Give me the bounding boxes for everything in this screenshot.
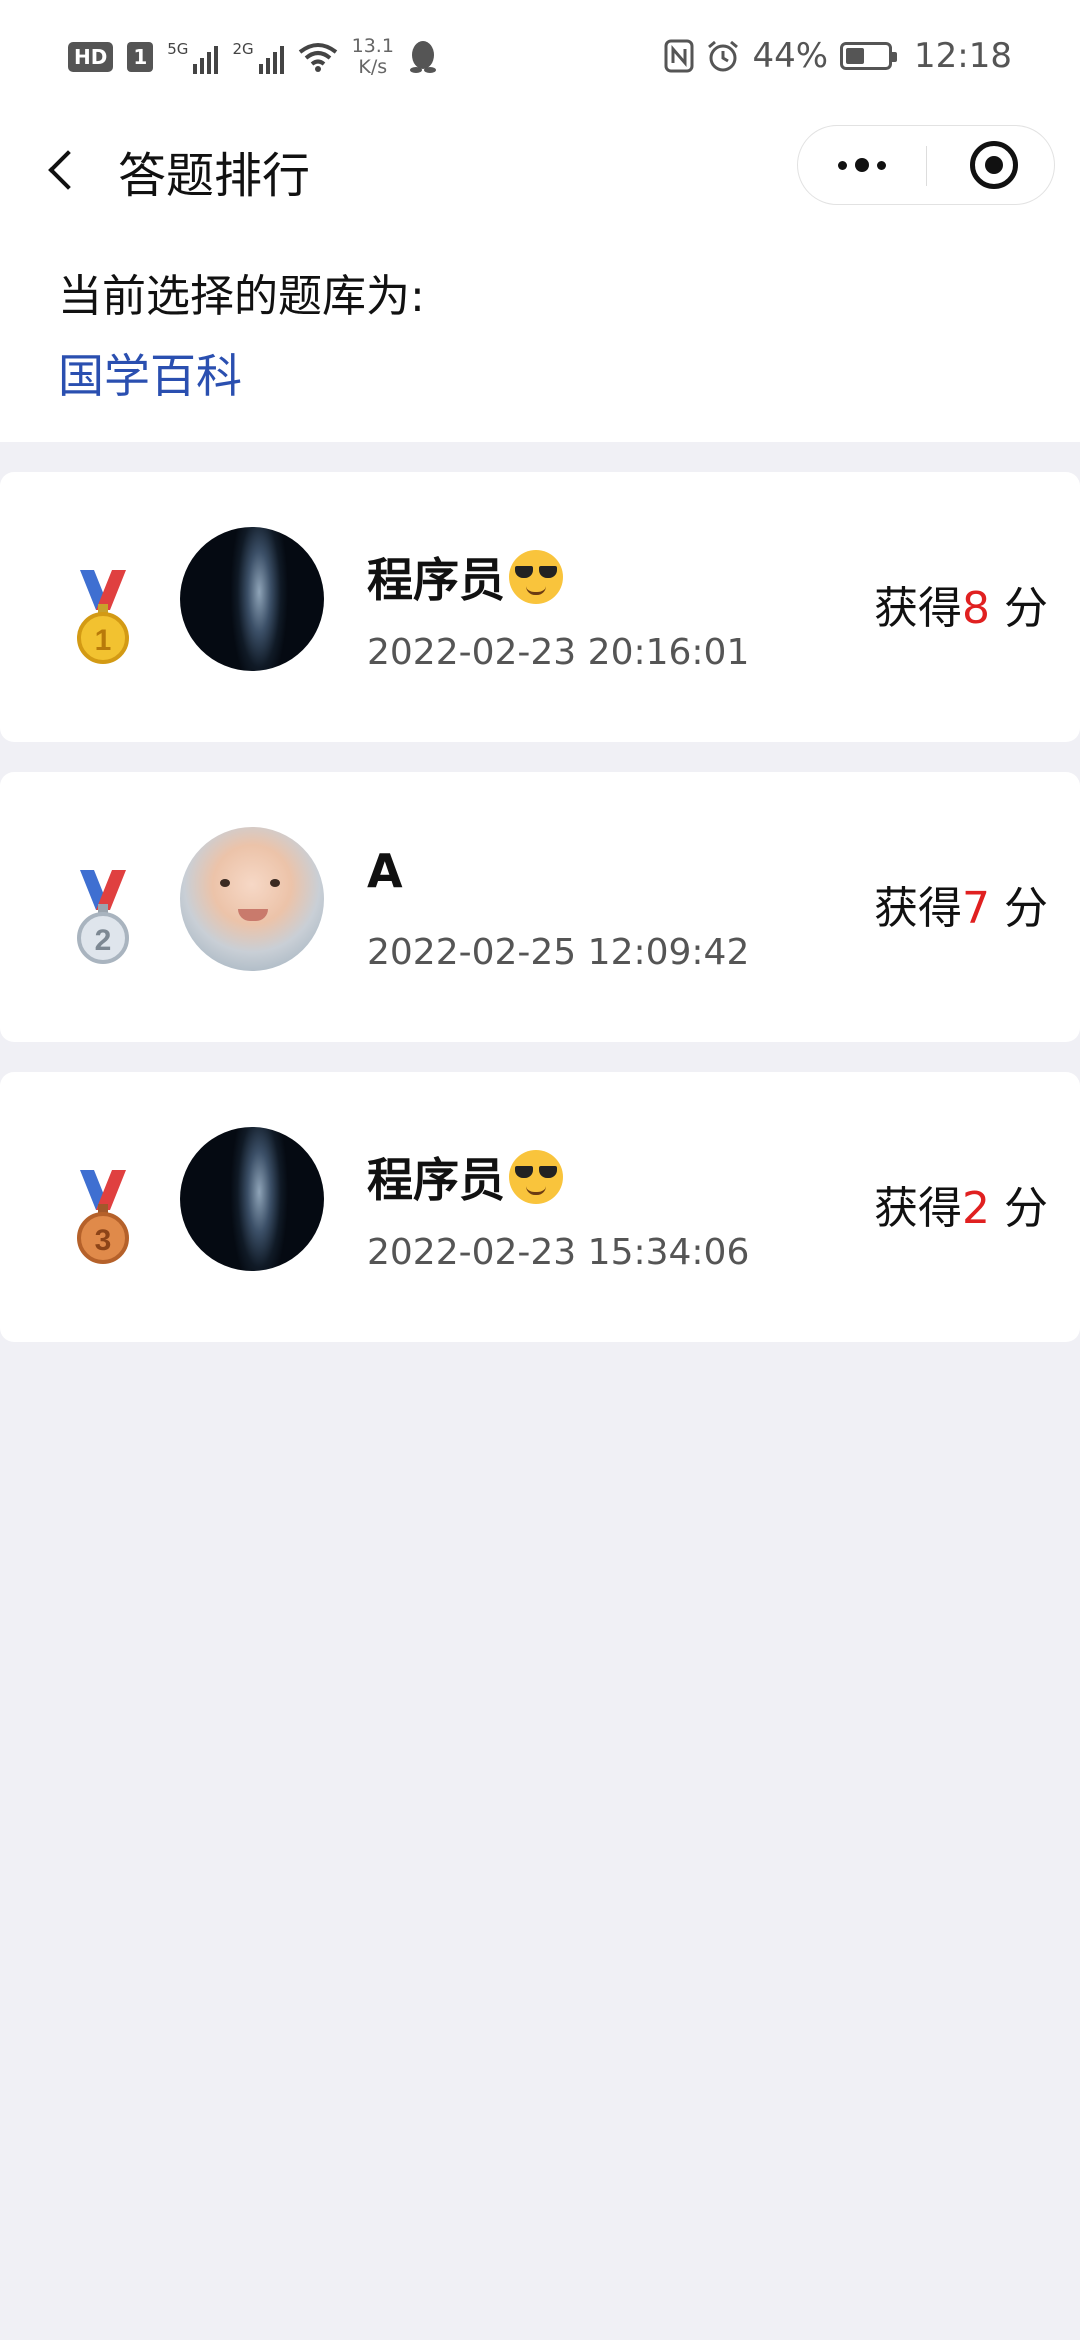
status-left: HD 1 5G 2G 13.1 K/s xyxy=(68,36,438,78)
bank-info: 当前选择的题库为: 国学百科 xyxy=(0,230,1080,442)
speed-unit: K/s xyxy=(358,56,388,78)
bank-name[interactable]: 国学百科 xyxy=(58,340,242,406)
answer-time: 2022-02-25 12:09:42 xyxy=(367,932,750,973)
score-prefix: 获得 xyxy=(874,883,962,934)
sunglasses-emoji-icon xyxy=(509,550,563,604)
user-name-text: A xyxy=(367,844,403,898)
battery-fill xyxy=(846,48,864,64)
medal-rank: 1 xyxy=(95,624,112,657)
user-name: 程序员 xyxy=(367,1144,563,1210)
ranking-item[interactable]: 2 A 2022-02-25 12:09:42 获得7 分 xyxy=(0,772,1080,1042)
signal-2g-icon: 2G xyxy=(232,40,284,74)
score-prefix: 获得 xyxy=(874,583,962,634)
score-value: 2 xyxy=(962,1183,990,1234)
answer-time: 2022-02-23 15:34:06 xyxy=(367,1232,750,1273)
score-value: 7 xyxy=(962,883,990,934)
user-name: 程序员 xyxy=(367,544,563,610)
gold-medal-icon: 1 xyxy=(77,570,129,664)
score: 获得8 分 xyxy=(874,572,1048,636)
user-name: A xyxy=(367,844,403,898)
battery-icon xyxy=(840,42,898,70)
ranking-item[interactable]: 1 程序员 2022-02-23 20:16:01 获得8 分 xyxy=(0,472,1080,742)
page-title: 答题排行 xyxy=(118,148,311,204)
alarm-icon xyxy=(708,40,739,72)
medal-rank: 3 xyxy=(95,1224,112,1257)
score-unit: 分 xyxy=(1004,1183,1048,1234)
user-avatar[interactable] xyxy=(180,827,324,971)
capsule-divider xyxy=(926,146,927,186)
user-name-text: 程序员 xyxy=(367,1153,505,1207)
qq-penguin-icon xyxy=(409,41,436,73)
sunglasses-emoji-icon xyxy=(509,1150,563,1204)
answer-time: 2022-02-23 20:16:01 xyxy=(367,632,750,673)
bank-label: 当前选择的题库为: xyxy=(58,271,425,322)
user-name-text: 程序员 xyxy=(367,553,505,607)
miniprogram-capsule xyxy=(797,125,1055,205)
score: 获得2 分 xyxy=(874,1172,1048,1236)
ranking-item[interactable]: 3 程序员 2022-02-23 15:34:06 获得2 分 xyxy=(0,1072,1080,1342)
score-unit: 分 xyxy=(1004,883,1048,934)
medal-rank: 2 xyxy=(95,924,112,957)
nav-bar: 答题排行 xyxy=(0,110,1080,230)
wifi-icon xyxy=(298,43,337,72)
speed-value: 13.1 xyxy=(351,35,394,57)
signal-5g-icon: 5G xyxy=(167,40,219,74)
more-options-icon[interactable] xyxy=(798,126,926,204)
signal-tag: 5G xyxy=(167,40,189,58)
score-unit: 分 xyxy=(1004,583,1048,634)
clock: 12:18 xyxy=(914,36,1012,76)
back-arrow-icon[interactable] xyxy=(40,140,80,200)
battery-percent: 44% xyxy=(752,36,829,76)
status-bar: HD 1 5G 2G 13.1 K/s 44% 12:18 xyxy=(0,0,1080,110)
signal-tag: 2G xyxy=(232,40,254,58)
user-avatar[interactable] xyxy=(180,527,324,671)
close-miniprogram-icon[interactable] xyxy=(970,141,1018,189)
score: 获得7 分 xyxy=(874,872,1048,936)
user-avatar[interactable] xyxy=(180,1127,324,1271)
sim-icon: 1 xyxy=(127,42,154,72)
nfc-icon xyxy=(664,39,694,73)
hd-voice-icon: HD xyxy=(68,42,114,72)
score-prefix: 获得 xyxy=(874,1183,962,1234)
score-value: 8 xyxy=(962,583,990,634)
status-right: 44% 12:18 xyxy=(664,36,1012,76)
silver-medal-icon: 2 xyxy=(77,870,129,964)
bronze-medal-icon: 3 xyxy=(77,1170,129,1264)
network-speed: 13.1 K/s xyxy=(352,36,394,78)
